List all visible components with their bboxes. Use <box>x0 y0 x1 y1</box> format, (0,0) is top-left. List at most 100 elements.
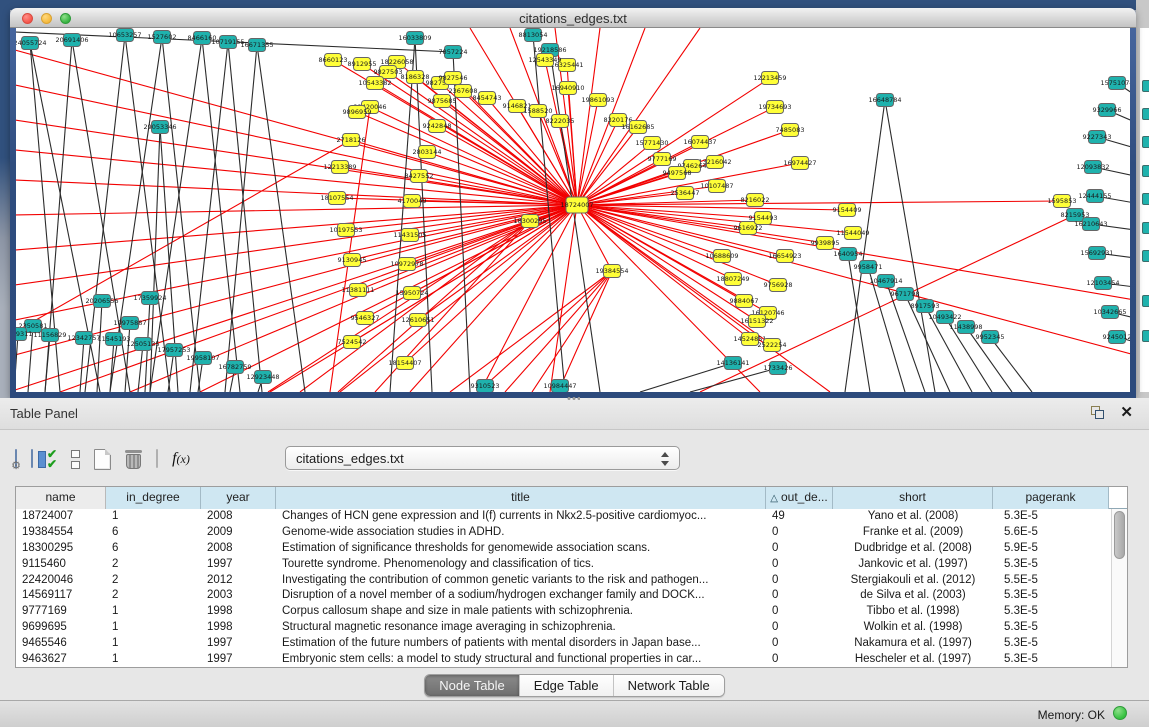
vertical-scrollbar[interactable] <box>1111 509 1127 667</box>
tab-edge-table[interactable]: Edge Table <box>520 675 614 696</box>
new-document-icon[interactable] <box>94 449 111 470</box>
graph-node[interactable]: 9310523 <box>471 380 500 393</box>
network-canvas[interactable]: 2405572420691406106532571527602846616010… <box>16 28 1130 392</box>
graph-node[interactable]: 16074437 <box>683 136 716 149</box>
table-row[interactable]: 911546021997Tourette syndrome. Phenomeno… <box>16 557 1111 573</box>
graph-node[interactable]: 16162685 <box>621 121 654 134</box>
table-row[interactable]: 946362711997Embryonic stem cells: a mode… <box>16 652 1111 668</box>
graph-node[interactable]: 12213459 <box>753 72 786 85</box>
float-window-icon[interactable] <box>1091 406 1105 420</box>
graph-node[interactable]: 18107554 <box>320 192 353 205</box>
graph-node[interactable]: 1733426 <box>764 362 793 375</box>
graph-node[interactable]: 1588520 <box>524 105 553 118</box>
graph-node[interactable]: 4170049 <box>398 195 427 208</box>
graph-node[interactable]: 19384554 <box>595 265 628 278</box>
graph-node[interactable]: 9777169 <box>648 153 677 166</box>
graph-node[interactable]: 10107487 <box>700 180 733 193</box>
graph-node[interactable]: 10972978 <box>390 258 423 271</box>
graph-node[interactable]: 15692931 <box>1080 247 1113 260</box>
graph-node[interactable]: 10543382 <box>358 77 391 90</box>
graph-node[interactable]: 16210643 <box>1074 218 1107 231</box>
delete-icon[interactable] <box>125 449 142 470</box>
graph-node[interactable]: 8427552 <box>405 170 434 183</box>
graph-node[interactable]: 11431505 <box>393 229 426 242</box>
graph-node[interactable]: 7485083 <box>776 124 805 137</box>
graph-node[interactable]: 18807249 <box>716 273 749 286</box>
column-header-in_degree[interactable]: in_degree <box>106 487 201 509</box>
table-select-dropdown[interactable]: citations_edges.txt <box>285 446 680 470</box>
graph-node[interactable]: 10342665 <box>1093 306 1126 319</box>
graph-node[interactable]: 9756928 <box>764 279 793 292</box>
graph-node[interactable]: 2803144 <box>413 146 442 159</box>
graph-node[interactable]: 9939895 <box>811 237 840 250</box>
graph-node[interactable]: 1595853 <box>1048 195 1077 208</box>
graph-node[interactable]: 16671355 <box>240 39 273 52</box>
graph-node[interactable]: 9242848 <box>423 120 452 133</box>
select-all-checks-icon[interactable]: ✔✔ <box>47 449 57 469</box>
graph-node[interactable]: 7524542 <box>338 336 367 349</box>
table-row[interactable]: 1938455462009Genome-wide association stu… <box>16 525 1111 541</box>
table-row[interactable]: 1456911722003Disruption of a novel membe… <box>16 588 1111 604</box>
graph-node[interactable]: 12444155 <box>1078 190 1111 203</box>
graph-node[interactable]: 16648784 <box>868 94 901 107</box>
graph-node[interactable]: 8222035 <box>546 115 575 128</box>
graph-node[interactable]: 12505135 <box>126 338 159 351</box>
graph-node[interactable]: 8216022 <box>741 194 770 207</box>
graph-node[interactable]: 11156829 <box>33 329 66 342</box>
graph-node[interactable]: 11381111 <box>341 284 374 297</box>
column-header-name[interactable]: name <box>16 487 106 509</box>
table-row[interactable]: 946554611997Estimation of the future num… <box>16 636 1111 652</box>
column-header-year[interactable]: year <box>201 487 276 509</box>
graph-node[interactable]: 2522254 <box>758 339 787 352</box>
graph-node[interactable]: 10653257 <box>108 29 141 42</box>
graph-node[interactable]: 10984447 <box>543 380 576 393</box>
graph-node[interactable]: 20691406 <box>55 34 88 47</box>
graph-node[interactable]: 12213389 <box>323 161 356 174</box>
graph-node[interactable]: 9130945 <box>338 254 367 267</box>
graph-node[interactable]: 10197553 <box>329 224 362 237</box>
graph-node[interactable]: 9952345 <box>976 331 1005 344</box>
table-row[interactable]: 1830029562008Estimation of significance … <box>16 541 1111 557</box>
graph-node[interactable]: 8813054 <box>519 29 548 42</box>
graph-node[interactable]: 16782759 <box>218 361 251 374</box>
graph-node[interactable]: 10688609 <box>705 250 738 263</box>
column-visibility-icon[interactable] <box>31 450 33 468</box>
import-table-icon[interactable] <box>156 450 158 468</box>
column-header-short[interactable]: short <box>833 487 993 509</box>
table-row[interactable]: 969969511998Structural magnetic resonanc… <box>16 620 1111 636</box>
graph-node[interactable]: 12093832 <box>1076 161 1109 174</box>
graph-node[interactable]: 10467914 <box>869 275 902 288</box>
graph-node[interactable]: 3919311 <box>16 328 32 341</box>
scrollbar-thumb[interactable] <box>1114 511 1125 559</box>
table-row[interactable]: 2242004622012Investigating the contribut… <box>16 573 1111 589</box>
graph-node[interactable]: 9154409 <box>833 204 862 217</box>
graph-node[interactable]: 19958107 <box>186 352 219 365</box>
graph-node[interactable]: 15751074 <box>1100 77 1130 90</box>
graph-node[interactable]: 9671798 <box>891 288 920 301</box>
graph-node[interactable]: 9245012 <box>1103 331 1130 344</box>
graph-node[interactable]: 19861093 <box>581 94 614 107</box>
tab-node-table[interactable]: Node Table <box>425 675 520 696</box>
graph-node[interactable]: 16033809 <box>398 32 431 45</box>
table-row[interactable]: 1872400712008Changes of HCN gene express… <box>16 509 1111 525</box>
graph-node[interactable]: 18154407 <box>388 357 421 370</box>
column-header-out_de[interactable]: △out_de... <box>766 487 833 509</box>
graph-node[interactable]: 12342757 <box>67 332 100 345</box>
graph-node[interactable]: 16654923 <box>768 250 801 263</box>
network-window-titlebar[interactable]: citations_edges.txt <box>10 8 1136 28</box>
graph-node[interactable]: 9227343 <box>1083 131 1112 144</box>
table-row[interactable]: 977716911998Corpus callosum shape and si… <box>16 604 1111 620</box>
graph-node[interactable]: 16974427 <box>783 157 816 170</box>
column-header-title[interactable]: title <box>276 487 766 509</box>
table-settings-icon[interactable]: ⚙ <box>15 450 17 468</box>
graph-node[interactable]: 1640954 <box>834 248 863 261</box>
graph-node[interactable]: 14136141 <box>716 357 749 370</box>
graph-node[interactable]: 8917593 <box>911 300 940 313</box>
graph-node[interactable]: 1527602 <box>148 31 177 44</box>
graph-node[interactable]: 2536447 <box>671 187 700 200</box>
rows-icon[interactable] <box>71 450 80 469</box>
graph-node[interactable]: 7857224 <box>439 46 468 59</box>
graph-node[interactable]: 24055724 <box>16 37 47 50</box>
splitter-handle[interactable] <box>566 396 580 401</box>
graph-node[interactable]: 19734693 <box>758 101 791 114</box>
